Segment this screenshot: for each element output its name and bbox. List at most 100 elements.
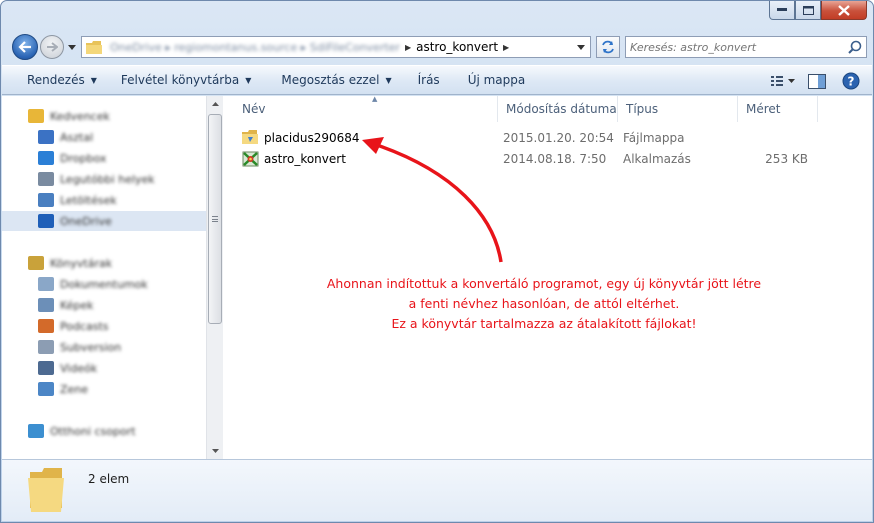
refresh-icon	[602, 40, 614, 54]
scroll-up-button[interactable]	[207, 96, 223, 112]
sidebar-item-label: Képek	[60, 298, 94, 312]
change-view-button[interactable]	[770, 70, 796, 92]
command-bar: Rendezés ▼ Felvétel könyvtárba ▼ Megosztás…	[2, 65, 872, 95]
homegroup-icon	[28, 424, 44, 438]
help-button[interactable]: ?	[838, 70, 864, 92]
pictures-icon	[38, 298, 54, 312]
sidebar-item-label: Könyvtárak	[50, 256, 113, 270]
new-folder-label: Új mappa	[467, 73, 526, 87]
folder-icon	[28, 468, 64, 512]
annotation-line: Ez a könyvtár tartalmazza az átalakított…	[391, 316, 697, 331]
content-area: Kedvencek Asztal Dropbox Legutóbbi helye…	[2, 95, 872, 459]
address-bar[interactable]: OneDrive ▸ regiomontanus.source ▸ SdiFil…	[81, 36, 591, 58]
preview-pane-icon	[808, 73, 826, 89]
breadcrumb-hidden[interactable]: OneDrive ▸ regiomontanus.source ▸ SdiFil…	[110, 41, 400, 54]
sidebar-item-libraries[interactable]: Könyvtárak	[2, 253, 206, 273]
sidebar-item-label: Zene	[60, 382, 89, 396]
sidebar-item-music[interactable]: Zene	[2, 379, 206, 399]
onedrive-icon	[38, 214, 54, 228]
sidebar-item-label: Dropbox	[60, 151, 107, 165]
annotation-line: Ahonnan indítottuk a konvertáló programo…	[326, 276, 762, 291]
scrollbar-thumb[interactable]	[208, 114, 222, 324]
breadcrumb-separator-end[interactable]: ▶	[503, 43, 509, 52]
chevron-down-icon	[68, 44, 76, 50]
explorer-window: OneDrive ▸ regiomontanus.source ▸ SdiFil…	[0, 0, 874, 523]
new-folder-button[interactable]: Új mappa	[459, 68, 535, 92]
sidebar-item-recent-places[interactable]: Legutóbbi helyek	[2, 169, 206, 189]
sidebar-item-onedrive[interactable]: OneDrive	[2, 211, 206, 231]
sidebar-item-desktop[interactable]: Asztal	[2, 127, 206, 147]
libraries-icon	[28, 256, 44, 270]
chevron-down-icon: ▼	[90, 75, 97, 85]
search-input[interactable]	[630, 40, 840, 54]
sidebar-item-subversion[interactable]: Subversion	[2, 337, 206, 357]
sidebar-item-dropbox[interactable]: Dropbox	[2, 148, 206, 168]
chevron-down-icon: ▼	[245, 75, 252, 85]
preview-pane-button[interactable]	[804, 70, 830, 92]
forward-button[interactable]	[40, 35, 64, 59]
sidebar-item-videos[interactable]: Videók	[2, 358, 206, 378]
share-label: Megosztás ezzel	[281, 73, 380, 87]
close-button[interactable]	[821, 1, 867, 20]
sidebar-item-label: Asztal	[60, 130, 94, 144]
sidebar-item-label: Videók	[60, 361, 98, 375]
organize-button[interactable]: Rendezés ▼	[18, 68, 106, 92]
star-icon	[28, 109, 44, 123]
sidebar-item-label: Kedvencek	[50, 109, 110, 123]
file-list[interactable]: Név ▲ Módosítás dátuma Típus Méret placi…	[224, 95, 872, 459]
help-icon: ?	[842, 72, 860, 90]
caption-buttons	[769, 1, 867, 20]
podcasts-icon	[38, 319, 54, 333]
desktop-icon	[38, 130, 54, 144]
breadcrumb-separator[interactable]: ▶	[405, 43, 411, 52]
sidebar-item-label: Subversion	[60, 340, 122, 354]
svg-text:?: ?	[848, 75, 855, 89]
include-in-library-button[interactable]: Felvétel könyvtárba ▼	[112, 68, 260, 92]
recent-pages-button[interactable]	[66, 41, 78, 53]
minimize-icon	[777, 8, 787, 11]
sidebar-item-favorites[interactable]: Kedvencek	[2, 106, 206, 126]
burn-label: Írás	[417, 73, 440, 87]
close-icon	[838, 4, 850, 16]
sidebar-item-label: OneDrive	[60, 214, 112, 228]
sidebar-item-pictures[interactable]: Képek	[2, 295, 206, 315]
documents-icon	[38, 277, 54, 291]
breadcrumb-current[interactable]: astro_konvert	[416, 40, 498, 54]
address-dropdown-button[interactable]	[572, 37, 590, 57]
navigation-row: OneDrive ▸ regiomontanus.source ▸ SdiFil…	[9, 33, 867, 61]
share-with-button[interactable]: Megosztás ezzel ▼	[272, 68, 400, 92]
chevron-down-icon	[577, 44, 585, 50]
search-box[interactable]	[625, 36, 867, 58]
refresh-button[interactable]	[596, 36, 620, 58]
scroll-up-icon	[211, 102, 219, 106]
dropbox-icon	[38, 151, 54, 165]
sidebar-item-label: Otthoni csoport	[50, 424, 136, 438]
sidebar-item-homegroup[interactable]: Otthoni csoport	[2, 421, 206, 441]
sidebar-item-label: Legutóbbi helyek	[60, 172, 155, 186]
back-button[interactable]	[12, 34, 38, 60]
downloads-icon	[38, 193, 54, 207]
recent-places-icon	[38, 172, 54, 186]
maximize-button[interactable]	[795, 1, 821, 20]
include-label: Felvétel könyvtárba	[120, 73, 240, 87]
search-icon[interactable]	[848, 40, 862, 54]
navigation-pane[interactable]: Kedvencek Asztal Dropbox Legutóbbi helye…	[2, 96, 206, 459]
sidebar-item-label: Podcasts	[60, 319, 109, 333]
burn-button[interactable]: Írás	[409, 68, 449, 92]
sidebar-item-label: Dokumentumok	[60, 277, 148, 291]
scroll-down-button[interactable]	[207, 443, 223, 459]
view-options-icon	[771, 76, 795, 86]
back-arrow-icon	[18, 41, 31, 53]
minimize-button[interactable]	[769, 1, 795, 20]
grip-icon	[212, 216, 218, 222]
annotation-text: Ahonnan indítottuk a konvertáló programo…	[264, 274, 824, 334]
forward-arrow-icon	[47, 42, 58, 52]
organize-label: Rendezés	[27, 73, 85, 87]
sidebar-item-documents[interactable]: Dokumentumok	[2, 274, 206, 294]
sidebar-item-downloads[interactable]: Letöltések	[2, 190, 206, 210]
item-count: 2 elem	[88, 472, 130, 486]
sidebar-item-label: Letöltések	[60, 193, 117, 207]
scroll-down-icon	[211, 449, 219, 453]
sidebar-item-podcasts[interactable]: Podcasts	[2, 316, 206, 336]
sidebar-scrollbar[interactable]	[206, 96, 223, 459]
